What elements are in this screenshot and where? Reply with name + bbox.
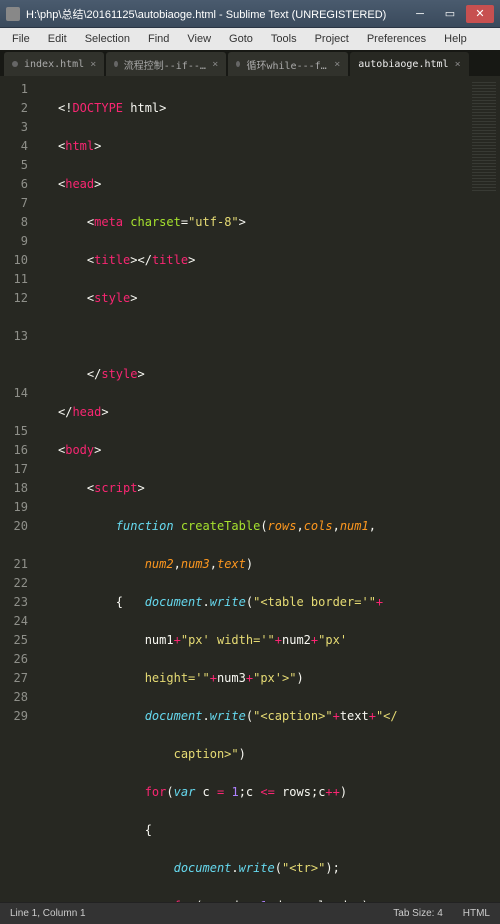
line-number: 7 xyxy=(0,194,28,213)
window-title: H:\php\总结\20161125\autobiaoge.html - Sub… xyxy=(26,6,406,22)
line-number: 13 xyxy=(0,327,28,346)
minimize-button[interactable]: ─ xyxy=(406,5,434,23)
line-number: 12 xyxy=(0,289,28,308)
fold-gutter xyxy=(36,76,50,902)
status-tab-size[interactable]: Tab Size: 4 xyxy=(393,908,442,919)
menu-view[interactable]: View xyxy=(179,31,219,47)
close-button[interactable]: ✕ xyxy=(466,5,494,23)
editor[interactable]: 1 2 3 4 5 6 7 8 9 10 11 12 13 14 15 16 1… xyxy=(0,76,500,902)
status-cursor-position[interactable]: Line 1, Column 1 xyxy=(10,908,86,919)
menu-selection[interactable]: Selection xyxy=(77,31,138,47)
line-number: 14 xyxy=(0,384,28,403)
minimap[interactable] xyxy=(468,76,500,902)
tab-index[interactable]: index.html × xyxy=(4,52,104,76)
line-number: 8 xyxy=(0,213,28,232)
tab-bar: index.html × 流程控制--if--switch.html × 循环w… xyxy=(0,50,500,76)
menu-bar: File Edit Selection Find View Goto Tools… xyxy=(0,28,500,50)
tab-close-icon[interactable]: × xyxy=(212,59,218,70)
line-number: 18 xyxy=(0,479,28,498)
line-number: 29 xyxy=(0,707,28,726)
line-number: 24 xyxy=(0,612,28,631)
line-number: 9 xyxy=(0,232,28,251)
menu-project[interactable]: Project xyxy=(307,31,357,47)
app-icon xyxy=(6,7,20,21)
line-number: 21 xyxy=(0,555,28,574)
code-area[interactable]: <!DOCTYPE html> <html> <head> <meta char… xyxy=(50,76,468,902)
tab-flow[interactable]: 流程控制--if--switch.html × xyxy=(106,52,226,76)
line-number: 2 xyxy=(0,99,28,118)
tab-close-icon[interactable]: × xyxy=(90,59,96,70)
tab-close-icon[interactable]: × xyxy=(334,59,340,70)
tab-dirty-icon xyxy=(114,61,117,67)
line-number: 5 xyxy=(0,156,28,175)
line-number: 10 xyxy=(0,251,28,270)
tab-dirty-icon xyxy=(12,61,18,67)
line-number: 11 xyxy=(0,270,28,289)
status-syntax[interactable]: HTML xyxy=(463,908,490,919)
line-number: 22 xyxy=(0,574,28,593)
line-number: 4 xyxy=(0,137,28,156)
menu-find[interactable]: Find xyxy=(140,31,177,47)
status-bar: Line 1, Column 1 Tab Size: 4 HTML xyxy=(0,902,500,924)
line-number: 23 xyxy=(0,593,28,612)
line-number: 17 xyxy=(0,460,28,479)
maximize-button[interactable]: ▭ xyxy=(436,5,464,23)
window-titlebar: H:\php\总结\20161125\autobiaoge.html - Sub… xyxy=(0,0,500,28)
menu-tools[interactable]: Tools xyxy=(263,31,305,47)
menu-preferences[interactable]: Preferences xyxy=(359,31,434,47)
line-number: 27 xyxy=(0,669,28,688)
menu-goto[interactable]: Goto xyxy=(221,31,261,47)
menu-edit[interactable]: Edit xyxy=(40,31,75,47)
tab-label: 循环while---for.html xyxy=(246,57,328,72)
line-number: 15 xyxy=(0,422,28,441)
line-number: 26 xyxy=(0,650,28,669)
line-number: 1 xyxy=(0,80,28,99)
line-number: 3 xyxy=(0,118,28,137)
line-number: 28 xyxy=(0,688,28,707)
tab-label: autobiaoge.html xyxy=(358,59,448,70)
line-number: 6 xyxy=(0,175,28,194)
tab-loop[interactable]: 循环while---for.html × xyxy=(228,52,348,76)
line-number: 16 xyxy=(0,441,28,460)
minimap-preview xyxy=(472,82,496,192)
line-number: 25 xyxy=(0,631,28,650)
menu-help[interactable]: Help xyxy=(436,31,475,47)
tab-autobiaoge[interactable]: autobiaoge.html × xyxy=(350,52,468,76)
tab-close-icon[interactable]: × xyxy=(455,59,461,70)
line-gutter: 1 2 3 4 5 6 7 8 9 10 11 12 13 14 15 16 1… xyxy=(0,76,36,902)
tab-label: 流程控制--if--switch.html xyxy=(124,57,206,72)
tab-dirty-icon xyxy=(236,61,240,67)
menu-file[interactable]: File xyxy=(4,31,38,47)
line-number: 19 xyxy=(0,498,28,517)
tab-label: index.html xyxy=(24,59,84,70)
line-number: 20 xyxy=(0,517,28,536)
window-controls: ─ ▭ ✕ xyxy=(406,5,494,23)
